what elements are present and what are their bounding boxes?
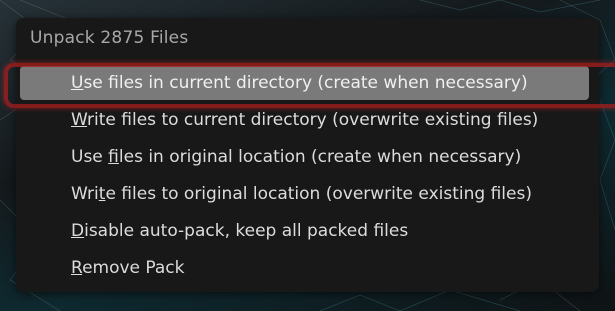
menu-item-label-post: emove Pack	[82, 258, 185, 278]
menu-item-label-pre: Use	[71, 147, 109, 167]
unpack-files-menu: Unpack 2875 Files Use files in current d…	[4, 18, 615, 292]
menu-item-disable-auto-pack[interactable]: Disable auto-pack, keep all packed files	[20, 214, 589, 251]
menu-item-hotkey: W	[71, 110, 88, 130]
menu-item-label-post: e files to original location (overwrite …	[105, 184, 532, 204]
menu-items: Use files in current directory (create w…	[20, 66, 589, 288]
menu-item-hotkey: f	[108, 147, 119, 167]
menu-item-write-files-original-location[interactable]: Write files to original location (overwr…	[20, 177, 589, 214]
menu-item-hotkey: R	[71, 258, 83, 278]
menu-item-label-pre: Wri	[71, 184, 99, 204]
menu-item-label-post: se files in current directory (create wh…	[83, 73, 528, 93]
menu-item-use-files-current-directory[interactable]: Use files in current directory (create w…	[20, 66, 589, 100]
menu-item-label-post: isable auto-pack, keep all packed files	[84, 221, 409, 241]
menu-title: Unpack 2875 Files	[30, 28, 189, 48]
menu-item-label-post: iles in original location (create when n…	[118, 147, 522, 167]
menu-item-hotkey: D	[71, 221, 85, 241]
menu-item-write-files-current-directory[interactable]: Write files to current directory (overwr…	[20, 103, 589, 140]
menu-item-hotkey: U	[71, 73, 84, 93]
menu-item-label-post: rite files to current directory (overwri…	[87, 110, 539, 130]
menu-item-remove-pack[interactable]: Remove Pack	[20, 251, 589, 288]
menu-item-use-files-original-location[interactable]: Use files in original location (create w…	[20, 140, 589, 177]
